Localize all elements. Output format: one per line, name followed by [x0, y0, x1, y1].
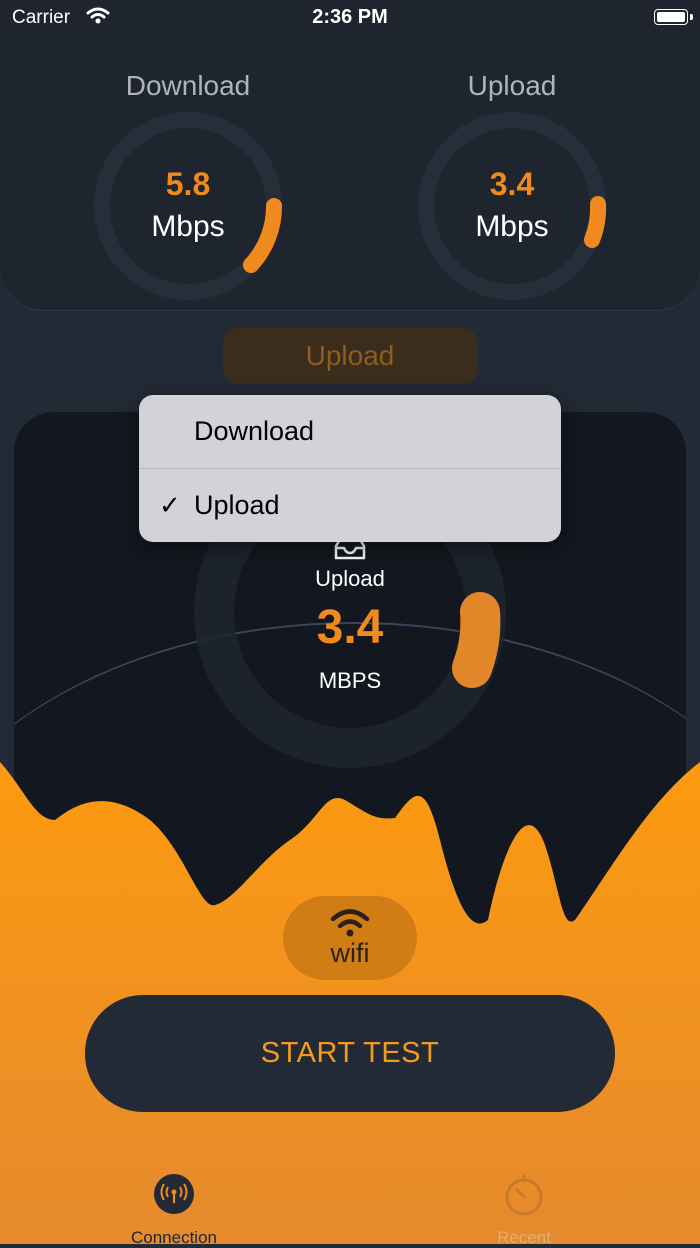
checkmark-icon: ✓	[159, 490, 181, 520]
tab-recent-label: Recent	[497, 1228, 551, 1247]
antenna-icon	[154, 1174, 194, 1214]
tab-connection-label: Connection	[130, 1228, 217, 1247]
connection-type-badge: wifi	[283, 896, 417, 980]
timer-icon	[505, 1174, 543, 1216]
menu-item-download-label: Download	[194, 416, 315, 446]
tab-bar: Connection Recent	[0, 1160, 700, 1247]
start-test-button[interactable]: START TEST	[85, 995, 615, 1112]
menu-item-download[interactable]: Download	[139, 395, 561, 468]
mode-dropdown-menu: Download ✓ Upload	[139, 395, 561, 542]
connection-type-label: wifi	[330, 938, 370, 968]
wifi-icon	[330, 909, 370, 937]
menu-item-upload[interactable]: ✓ Upload	[139, 468, 561, 542]
menu-item-upload-label: Upload	[194, 490, 280, 520]
